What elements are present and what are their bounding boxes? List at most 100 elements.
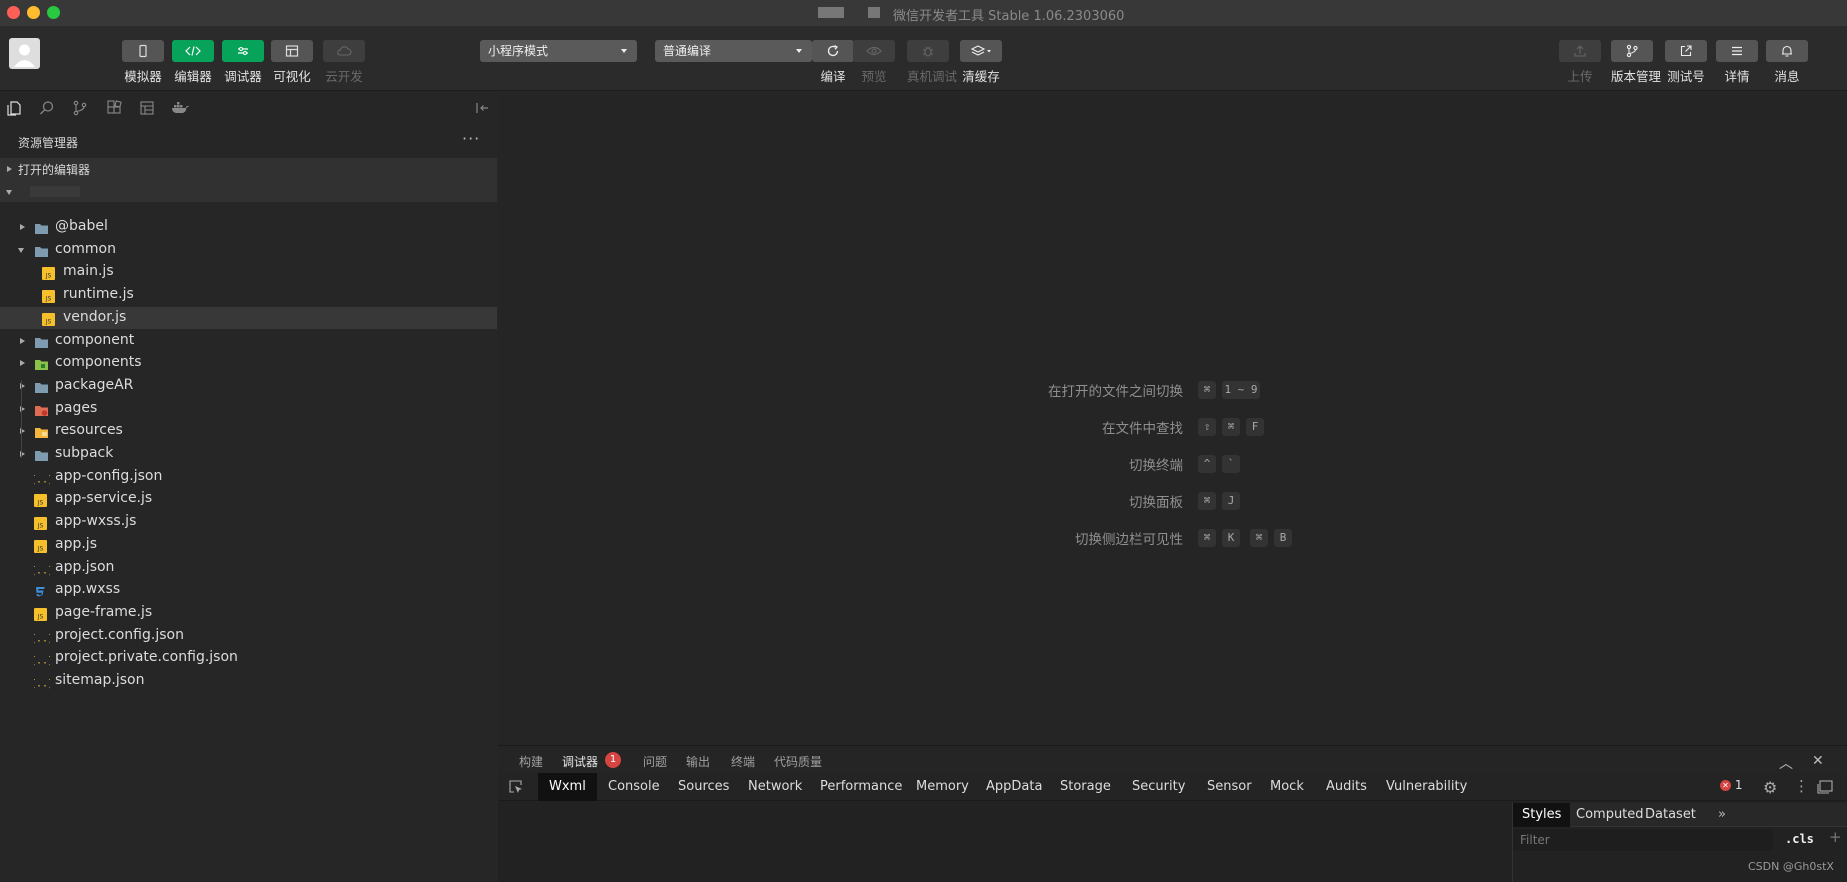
devtools-tab[interactable]: Network xyxy=(748,773,802,801)
tree-file[interactable]: {..} app-config.json xyxy=(0,466,497,488)
styles-tab[interactable]: Styles xyxy=(1513,803,1571,827)
open-editors-section[interactable]: 打开的编辑器 xyxy=(0,158,497,180)
tree-file[interactable]: {..} app.json xyxy=(0,557,497,579)
tree-item-label: app-service.js xyxy=(55,490,153,507)
details-button[interactable]: 详情 xyxy=(1716,40,1758,90)
main-toolbar: 模拟器 编辑器 调试器 可视化 云开发 小程序模式 普通编译 编译 预览 真机调… xyxy=(0,26,1847,91)
tree-file[interactable]: {..} sitemap.json xyxy=(0,670,497,692)
tree-folder[interactable]: components xyxy=(0,352,497,374)
editor-area: 在打开的文件之间切换 ⌘ 1 ~ 9 在文件中查找 ⇧ ⌘ F 切换终端 ^ ` 切换面板 ⌘ J 切换侧… xyxy=(498,92,1847,745)
tree-file[interactable]: {..} project.config.json xyxy=(0,625,497,647)
components-folder-icon xyxy=(34,356,49,375)
tree-file[interactable]: JS app-service.js xyxy=(0,488,497,510)
devtools-tab[interactable]: Sensor xyxy=(1207,773,1252,801)
compile-button[interactable]: 编译 xyxy=(812,40,854,90)
tree-folder[interactable]: common xyxy=(0,239,497,261)
tree-file[interactable]: JS runtime.js xyxy=(0,284,497,306)
tree-folder[interactable]: @babel xyxy=(0,216,497,238)
project-root-section[interactable] xyxy=(0,180,497,202)
panel-tab[interactable]: 问题 xyxy=(643,753,667,770)
inspect-element-icon[interactable] xyxy=(508,779,524,799)
devtools-tab[interactable]: Console xyxy=(608,773,660,801)
panel-tab[interactable]: 代码质量 xyxy=(774,753,822,770)
messages-button[interactable]: 消息 xyxy=(1766,40,1808,90)
bottom-panel: ︿ ✕ 构建 调试器 问题 输出 终端 代码质量 1 ✕ 1 ⚙ ⋮ Wxml Console… xyxy=(498,745,1847,882)
devtools-tab[interactable]: Wxml xyxy=(538,773,597,801)
tree-file[interactable]: {..} project.private.config.json xyxy=(0,647,497,669)
close-window-button[interactable] xyxy=(7,6,20,19)
tree-file[interactable]: JS vendor.js xyxy=(0,306,497,330)
devtools-tab[interactable]: AppData xyxy=(986,773,1042,801)
source-control-icon[interactable] xyxy=(70,98,90,118)
upload-button[interactable]: 上传 xyxy=(1559,40,1601,90)
visual-button[interactable]: 可视化 xyxy=(271,40,313,90)
extensions-icon[interactable] xyxy=(104,98,124,118)
explorer-more-button[interactable]: ··· xyxy=(462,129,480,148)
panel-tab[interactable]: 构建 xyxy=(519,753,543,770)
tree-folder[interactable]: packageAR xyxy=(0,375,497,397)
kebab-menu-icon[interactable]: ⋮ xyxy=(1794,777,1809,795)
panel-tab[interactable]: 输出 xyxy=(686,753,710,770)
outline-icon[interactable] xyxy=(137,98,157,118)
tree-file[interactable]: JS main.js xyxy=(0,261,497,283)
cloud-dev-button[interactable]: 云开发 xyxy=(323,40,365,90)
tree-item-label: sitemap.json xyxy=(55,672,145,688)
simulator-button[interactable]: 模拟器 xyxy=(122,40,164,90)
collapse-sidebar-icon[interactable] xyxy=(472,98,492,118)
tree-file[interactable]: app.wxss xyxy=(0,579,497,601)
svg-text:JS: JS xyxy=(45,273,52,280)
version-management-button[interactable]: 版本管理 xyxy=(1611,40,1661,90)
search-icon[interactable] xyxy=(37,98,57,118)
test-account-button[interactable]: 测试号 xyxy=(1665,40,1707,90)
clear-cache-label: 清缓存 xyxy=(962,69,1000,84)
tree-file[interactable]: JS app-wxss.js xyxy=(0,511,497,533)
debugger-button[interactable]: 调试器 xyxy=(222,40,264,90)
devtools-tab[interactable]: Memory xyxy=(916,773,969,801)
dock-icon[interactable] xyxy=(1816,779,1834,799)
devtools-tab[interactable]: Performance xyxy=(820,773,902,801)
devtools-tab[interactable]: Storage xyxy=(1060,773,1111,801)
devtools-tab[interactable]: Sources xyxy=(678,773,729,801)
filter-input[interactable]: Filter xyxy=(1513,829,1773,851)
tree-item-label: app.wxss xyxy=(55,581,121,598)
styles-tab[interactable]: Dataset xyxy=(1645,803,1696,827)
styles-tab[interactable]: Computed xyxy=(1576,803,1644,827)
explorer-icon[interactable] xyxy=(4,98,24,118)
tree-file[interactable]: JS app.js xyxy=(0,534,497,556)
shortcut-label: 在打开的文件之间切换 xyxy=(1048,384,1183,400)
editor-button[interactable]: 编辑器 xyxy=(172,40,214,90)
tree-folder[interactable]: component xyxy=(0,330,497,352)
tree-folder[interactable]: subpack xyxy=(0,443,497,465)
shortcut-label: 在文件中查找 xyxy=(1102,421,1183,437)
close-panel-icon[interactable]: ✕ xyxy=(1812,753,1824,769)
test-account-label: 测试号 xyxy=(1667,69,1705,84)
error-counter[interactable]: ✕ 1 xyxy=(1720,778,1742,792)
tree-folder[interactable]: resources xyxy=(0,420,497,442)
devtools-tab[interactable]: Audits xyxy=(1326,773,1367,801)
new-style-rule-button[interactable]: + xyxy=(1829,828,1842,846)
compile-select[interactable]: 普通编译 xyxy=(655,40,812,62)
devtools-tab[interactable]: Mock xyxy=(1270,773,1304,801)
tree-item-label: project.private.config.json xyxy=(55,649,238,666)
devtools-tab[interactable]: Security xyxy=(1132,773,1185,801)
devtools-tab[interactable]: Vulnerability xyxy=(1386,773,1467,801)
more-tabs-icon[interactable]: » xyxy=(1718,803,1726,827)
zoom-window-button[interactable] xyxy=(47,6,60,19)
panel-tab[interactable]: 调试器 xyxy=(562,753,598,770)
tree-folder[interactable]: pages xyxy=(0,398,497,420)
compile-label: 编译 xyxy=(820,69,846,84)
user-avatar[interactable] xyxy=(9,38,40,69)
chevron-up-icon[interactable]: ︿ xyxy=(1779,753,1793,773)
mode-select[interactable]: 小程序模式 xyxy=(480,40,637,62)
preview-button[interactable]: 预览 xyxy=(853,40,895,90)
tree-file[interactable]: JS page-frame.js xyxy=(0,602,497,624)
docker-icon[interactable] xyxy=(170,98,190,118)
minimize-window-button[interactable] xyxy=(27,6,40,19)
panel-tab[interactable]: 终端 xyxy=(731,753,755,770)
clear-cache-button[interactable]: 清缓存 xyxy=(960,40,1002,90)
remote-debug-button[interactable]: 真机调试 xyxy=(907,40,957,90)
js-file-icon: JS xyxy=(42,311,55,330)
preview-label: 预览 xyxy=(861,69,887,84)
cls-toggle-button[interactable]: .cls xyxy=(1785,832,1814,846)
gear-icon[interactable]: ⚙ xyxy=(1763,778,1777,797)
